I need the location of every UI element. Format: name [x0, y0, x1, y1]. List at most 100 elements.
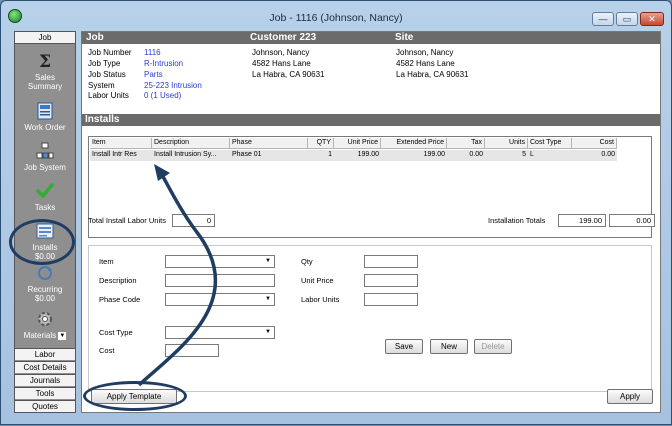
column-header-unit-price[interactable]: Unit Price: [334, 138, 381, 149]
job-window: Job - 1116 (Johnson, Nancy) — ▭ ✕ Job Σ …: [0, 0, 672, 425]
site-address: 4582 Hans Lane: [396, 59, 455, 68]
chevron-down-icon[interactable]: ▼: [263, 257, 273, 266]
sidebar-item-job-system[interactable]: Job System: [15, 142, 75, 172]
sidebar-item-recurring[interactable]: Recurring $0.00: [15, 264, 75, 303]
sidebar-item-quotes[interactable]: Quotes: [15, 400, 75, 412]
checkmark-icon: [36, 183, 54, 198]
total-install-labor-units-label: Total Install Labor Units: [88, 216, 166, 225]
cell-unit-price: 199.00: [334, 150, 381, 161]
job-type-label: Job Type: [88, 59, 121, 68]
installation-total-cost: 0.00: [609, 214, 655, 227]
sidebar-item-cost-details[interactable]: Cost Details: [15, 361, 75, 373]
sidebar-item-installs[interactable]: Installs $0.00: [15, 222, 75, 261]
window-title: Job - 1116 (Johnson, Nancy): [269, 12, 403, 24]
customer-address: 4582 Hans Lane: [252, 59, 311, 68]
sidebar-item-label: Job System: [24, 163, 66, 172]
chevron-down-icon[interactable]: ▼: [58, 331, 67, 340]
column-header-phase[interactable]: Phase: [230, 138, 308, 149]
title-bar: Job - 1116 (Johnson, Nancy) — ▭ ✕: [1, 1, 671, 31]
sidebar-item-journals[interactable]: Journals: [15, 374, 75, 386]
save-button[interactable]: Save: [385, 339, 423, 354]
cell-tax: 0.00: [447, 150, 485, 161]
column-header-qty[interactable]: QTY: [308, 138, 334, 149]
item-dropdown[interactable]: ▼: [165, 255, 275, 268]
site-city: La Habra, CA 90631: [396, 70, 469, 79]
customer-header: Customer 223: [250, 32, 317, 43]
description-field[interactable]: [165, 274, 275, 287]
sidebar-item-tasks[interactable]: Tasks: [15, 182, 75, 212]
job-status-label: Job Status: [88, 70, 126, 79]
site-header: Site: [395, 32, 414, 43]
sidebar-item-materials[interactable]: Materials ▼: [15, 310, 75, 340]
labor-units-field[interactable]: [364, 293, 418, 306]
sidebar: Job Σ Sales Summary Work Order Job Syste…: [14, 31, 76, 413]
apply-template-button[interactable]: Apply Template: [91, 389, 177, 404]
system-value[interactable]: 25-223 Intrusion: [144, 81, 202, 91]
installation-total-price: 199.00: [558, 214, 606, 227]
job-type-value[interactable]: R-Intrusion: [144, 59, 183, 69]
sidebar-item-label: Installs $0.00: [32, 243, 58, 261]
column-header-description[interactable]: Description: [152, 138, 230, 149]
chevron-down-icon[interactable]: ▼: [263, 328, 273, 337]
customer-city: La Habra, CA 90631: [252, 70, 325, 79]
column-header-cost[interactable]: Cost: [572, 138, 617, 149]
job-number-label: Job Number: [88, 48, 132, 57]
sigma-icon: Σ: [39, 52, 51, 70]
column-header-cost-type[interactable]: Cost Type: [528, 138, 572, 149]
close-button[interactable]: ✕: [640, 12, 664, 26]
cost-label: Cost: [99, 346, 115, 355]
cell-extended-price: 199.00: [381, 150, 447, 161]
phase-code-dropdown[interactable]: ▼: [165, 293, 275, 306]
sidebar-item-label: Tasks: [34, 203, 56, 212]
sidebar-item-label: Work Order: [24, 123, 66, 132]
sidebar-header[interactable]: Job: [15, 32, 75, 44]
installation-totals-label: Installation Totals: [488, 216, 546, 225]
site-name: Johnson, Nancy: [396, 48, 454, 57]
item-label: Item: [99, 257, 114, 266]
apply-button[interactable]: Apply: [607, 389, 653, 404]
column-header-extended-price[interactable]: Extended Price: [381, 138, 447, 149]
gear-icon: [38, 312, 52, 326]
installs-section-header: Installs: [82, 114, 660, 126]
sidebar-item-tools[interactable]: Tools: [15, 387, 75, 399]
job-number-value[interactable]: 1116: [144, 48, 161, 58]
column-header-tax[interactable]: Tax: [447, 138, 485, 149]
cost-field[interactable]: [165, 344, 219, 357]
qty-field[interactable]: [364, 255, 418, 268]
sidebar-item-label: Sales Summary: [27, 73, 63, 91]
chevron-down-icon[interactable]: ▼: [263, 295, 273, 304]
delete-button[interactable]: Delete: [474, 339, 512, 354]
qty-label: Qty: [301, 257, 313, 266]
sidebar-item-label: Materials: [23, 331, 57, 340]
job-system-icon: [36, 142, 54, 159]
installs-icon: [36, 223, 54, 239]
cell-cost-type: L: [528, 150, 572, 161]
cost-type-label: Cost Type: [99, 328, 133, 337]
sidebar-item-sales-summary[interactable]: Σ Sales Summary: [15, 52, 75, 91]
total-install-labor-units-field: 0: [172, 214, 215, 227]
cell-cost: 0.00: [572, 150, 617, 161]
unit-price-field[interactable]: [364, 274, 418, 287]
labor-units-label: Labor Units: [301, 295, 340, 304]
minimize-button[interactable]: —: [592, 12, 614, 26]
column-header-item[interactable]: Item: [90, 138, 152, 149]
cell-qty: 1: [308, 150, 334, 161]
maximize-button[interactable]: ▭: [616, 12, 638, 26]
labor-units-label: Labor Units: [88, 91, 129, 100]
cell-units: 5: [485, 150, 528, 161]
sidebar-item-work-order[interactable]: Work Order: [15, 102, 75, 132]
sidebar-item-label: Recurring $0.00: [27, 285, 63, 303]
cost-type-dropdown[interactable]: ▼: [165, 326, 275, 339]
job-header: Job: [86, 32, 104, 43]
system-label: System: [88, 81, 115, 90]
job-status-value[interactable]: Parts: [144, 70, 163, 80]
unit-price-label: Unit Price: [301, 276, 334, 285]
cell-phase: Phase 01: [230, 150, 308, 161]
work-order-icon: [37, 102, 53, 120]
sidebar-item-labor[interactable]: Labor: [15, 348, 75, 360]
cell-description: Install Intrusion Sy...: [152, 150, 230, 161]
labor-units-value[interactable]: 0 (1 Used): [144, 91, 181, 101]
info-header-bar: Job Customer 223 Site: [82, 32, 660, 44]
column-header-units[interactable]: Units: [485, 138, 528, 149]
new-button[interactable]: New: [430, 339, 468, 354]
